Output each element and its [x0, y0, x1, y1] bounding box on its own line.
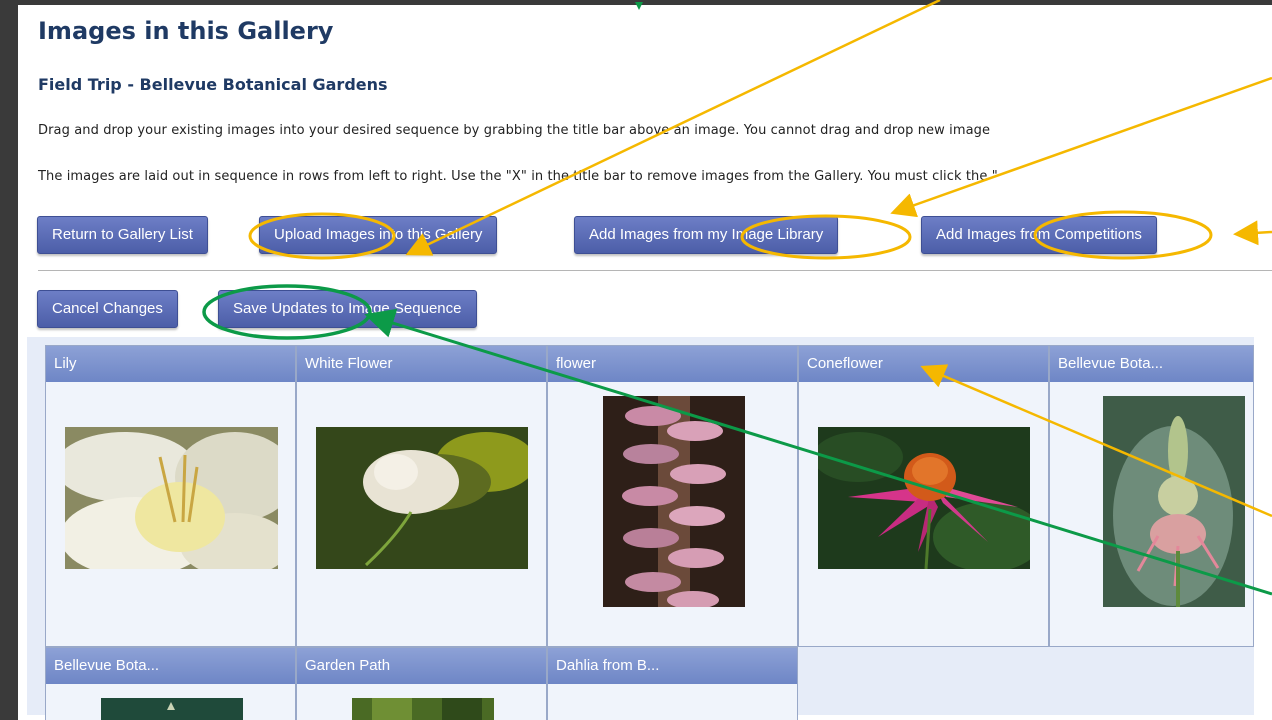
image-title-bar[interactable]: White Flower — [297, 346, 546, 382]
add-from-library-button[interactable]: Add Images from my Image Library — [574, 216, 839, 254]
image-thumbnail-bellevue-botanical[interactable] — [1103, 396, 1245, 607]
image-title-bar[interactable]: Bellevue Bota... — [46, 648, 295, 684]
page-title: Images in this Gallery — [38, 17, 334, 45]
gallery-image-card[interactable]: Lily — [45, 345, 296, 647]
gallery-image-card[interactable]: Garden Path — [296, 647, 547, 720]
instruction-drag-drop: Drag and drop your existing images into … — [38, 123, 991, 138]
gallery-image-card[interactable]: Bellevue Bota... — [45, 647, 296, 720]
image-title-bar[interactable]: Coneflower — [799, 346, 1048, 382]
gallery-image-card[interactable]: flower — [547, 345, 798, 647]
gallery-name: Field Trip - Bellevue Botanical Gardens — [38, 75, 388, 94]
image-grid: Lily White Flower flower Coneflower Bell… — [27, 337, 1254, 720]
image-title-bar[interactable]: Bellevue Bota... — [1050, 346, 1253, 382]
gallery-image-card[interactable]: Bellevue Bota... — [1049, 345, 1254, 647]
image-thumbnail-lily[interactable] — [65, 427, 278, 569]
upload-images-button[interactable]: Upload Images into this Gallery — [259, 216, 498, 254]
cancel-changes-button[interactable]: Cancel Changes — [37, 290, 178, 328]
save-sequence-button[interactable]: Save Updates to Image Sequence — [218, 290, 477, 328]
image-thumbnail-flower[interactable] — [603, 396, 745, 607]
window-frame-left — [0, 0, 18, 720]
image-thumbnail-garden-path[interactable] — [352, 698, 494, 720]
image-title-bar[interactable]: flower — [548, 346, 797, 382]
instruction-layout: The images are laid out in sequence in r… — [38, 169, 998, 184]
image-thumbnail-white-flower[interactable] — [316, 427, 528, 569]
image-thumbnail-coneflower[interactable] — [818, 427, 1030, 569]
return-to-gallery-list-button[interactable]: Return to Gallery List — [37, 216, 208, 254]
gallery-image-card[interactable]: Dahlia from B... — [547, 647, 798, 720]
gallery-image-card[interactable]: Coneflower — [798, 345, 1049, 647]
add-from-competitions-button[interactable]: Add Images from Competitions — [921, 216, 1157, 254]
image-thumbnail-bellevue-botanical-2[interactable] — [101, 698, 243, 720]
gallery-image-card[interactable]: White Flower — [296, 345, 547, 647]
image-title-bar[interactable]: Dahlia from B... — [548, 648, 797, 684]
image-title-bar[interactable]: Garden Path — [297, 648, 546, 684]
divider — [38, 270, 1272, 271]
image-title-bar[interactable]: Lily — [46, 346, 295, 382]
